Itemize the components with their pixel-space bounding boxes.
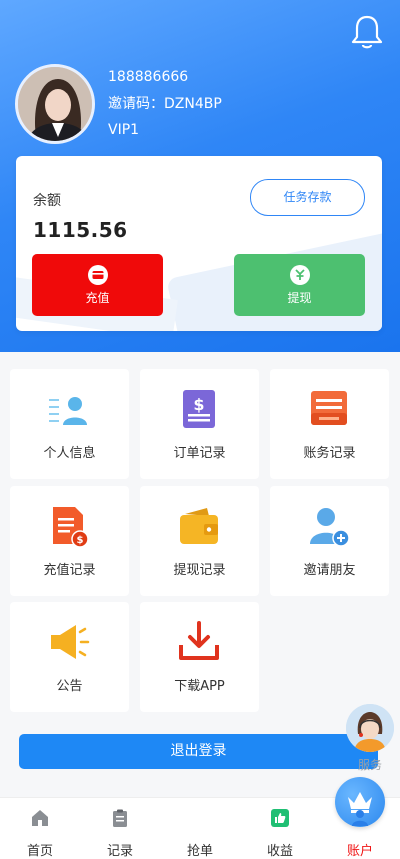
- user-phone: 188886666: [108, 69, 189, 85]
- menu-order-records[interactable]: $ 订单记录: [140, 369, 259, 479]
- user-icon: [352, 810, 368, 826]
- user-info: 188886666 邀请码：DZN4BP VIP1: [108, 64, 222, 144]
- menu-invite-friends[interactable]: 邀请朋友: [270, 486, 389, 596]
- clipboard-icon: [113, 809, 127, 827]
- tab-grab-order[interactable]: 抢单: [160, 777, 385, 859]
- tab-records[interactable]: 记录: [80, 798, 160, 859]
- menu-label: 下载APP: [174, 679, 225, 694]
- menu-withdraw-records[interactable]: 提现记录: [140, 486, 259, 596]
- tab-label: 记录: [106, 844, 133, 859]
- svg-text:$: $: [193, 395, 204, 414]
- ledger-icon: [311, 391, 347, 425]
- tab-income[interactable]: 收益: [240, 798, 320, 859]
- balance-label: 余额: [33, 193, 61, 209]
- order-invoice-icon: $: [183, 390, 215, 428]
- menu-label: 订单记录: [173, 446, 226, 461]
- recharge-label: 充值: [85, 291, 110, 305]
- menu-label: 公告: [56, 679, 83, 694]
- profile-header: 188886666 邀请码：DZN4BP VIP1 余额 1115.56 任务存…: [0, 0, 400, 352]
- download-icon: [179, 621, 219, 660]
- menu-label: 邀请朋友: [303, 563, 356, 578]
- balance-value: 1115.56: [33, 218, 128, 242]
- menu-label: 充值记录: [43, 563, 96, 578]
- bottom-tab-bar: 首页 记录 抢单 收益 账户: [0, 777, 400, 859]
- balance-card: 余额 1115.56 任务存款 充值 提现: [16, 156, 382, 331]
- invite-code: 邀请码：DZN4BP: [108, 95, 222, 112]
- home-icon: [32, 810, 48, 826]
- tab-label: 首页: [26, 844, 53, 859]
- megaphone-icon: [51, 625, 90, 659]
- wallet-icon: [180, 508, 218, 544]
- menu-account-records[interactable]: 账务记录: [270, 369, 389, 479]
- person-info-icon: [49, 397, 87, 425]
- withdraw-label: 提现: [287, 291, 312, 305]
- customer-service-icon: [346, 704, 394, 752]
- add-user-icon: [310, 508, 350, 547]
- menu-label: 提现记录: [173, 563, 226, 578]
- menu-label: 账务记录: [303, 446, 356, 461]
- menu-download-app[interactable]: 下载APP: [140, 602, 259, 712]
- tab-label: 账户: [346, 844, 373, 859]
- thumbs-up-icon: [271, 809, 289, 827]
- recharge-document-icon: $: [53, 507, 89, 548]
- recharge-icon: [87, 265, 108, 285]
- vip-level: VIP1: [108, 122, 140, 138]
- withdraw-icon: [289, 265, 310, 285]
- recharge-button[interactable]: 充值: [32, 254, 163, 316]
- menu-label: 个人信息: [43, 446, 96, 461]
- menu-personal-info[interactable]: 个人信息: [10, 369, 129, 479]
- customer-service-label: 服务: [357, 758, 382, 772]
- logout-button[interactable]: 退出登录: [19, 734, 378, 769]
- avatar-photo: [18, 67, 92, 141]
- tab-label: 抢单: [186, 844, 213, 859]
- tab-home[interactable]: 首页: [0, 798, 80, 859]
- menu-recharge-records[interactable]: $ 充值记录: [10, 486, 129, 596]
- menu-notice[interactable]: 公告: [10, 602, 129, 712]
- tab-label: 收益: [266, 844, 293, 859]
- svg-text:$: $: [77, 535, 84, 546]
- task-deposit-button[interactable]: 任务存款: [250, 179, 365, 216]
- bell-icon[interactable]: [350, 14, 384, 50]
- customer-service-button[interactable]: 服务: [346, 704, 394, 772]
- avatar[interactable]: [15, 64, 95, 144]
- withdraw-button[interactable]: 提现: [234, 254, 365, 316]
- tab-account[interactable]: 账户: [320, 798, 400, 859]
